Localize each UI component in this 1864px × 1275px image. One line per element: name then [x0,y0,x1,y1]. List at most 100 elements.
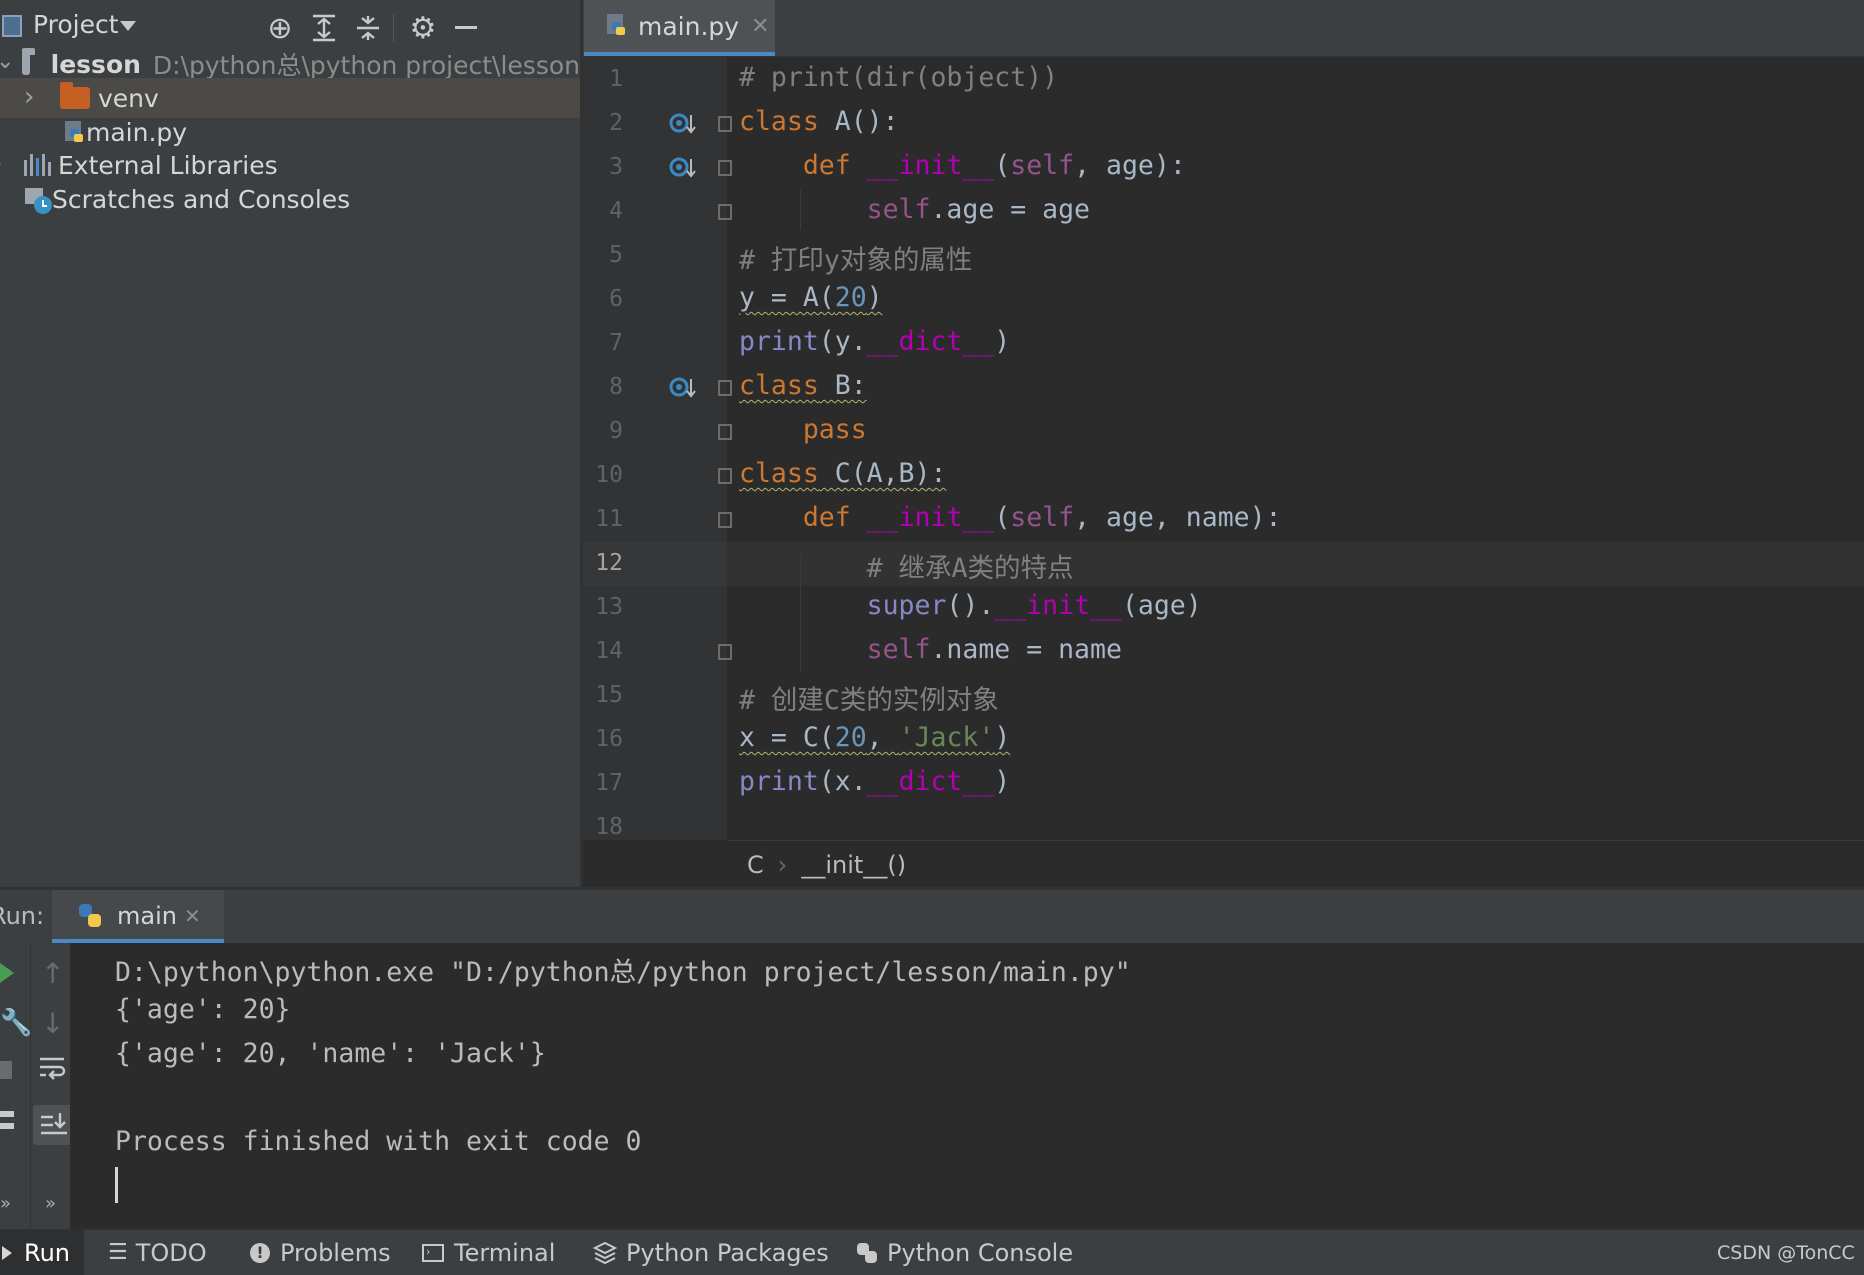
code-text: (). [946,590,995,621]
scroll-to-end-icon[interactable] [33,1105,73,1145]
code-line[interactable]: class A(): [739,106,899,137]
overridden-marker-icon[interactable] [668,153,698,183]
code-line[interactable]: self.name = name [739,634,1122,665]
code-comment: # 继承A类的特点 [866,553,1074,584]
code-keyword: def [802,502,851,533]
fold-marker-icon[interactable] [718,468,732,484]
wrench-icon[interactable]: 🔧 [0,1008,32,1038]
console-line: {'age': 20} [115,994,291,1025]
tree-item-scratches[interactable]: Scratches and Consoles [0,179,580,219]
project-view-icon [2,15,22,37]
chevron-down-icon[interactable]: ⌄ [0,49,14,74]
tool-tab-python-packages[interactable]: Python Packages [592,1230,829,1275]
code-self: self [1010,502,1075,533]
line-number: 7 [609,330,623,356]
chevron-down-icon[interactable] [120,21,136,31]
code-line[interactable]: print(y.__dict__) [739,326,1010,357]
line-number: 8 [609,374,623,400]
tab-main-py[interactable]: main.py ✕ [584,0,775,56]
close-icon[interactable]: ✕ [184,904,201,928]
code-line[interactable]: class C(A,B): [739,458,946,489]
code-line[interactable]: # print(dir(object)) [739,62,1058,93]
gear-icon[interactable]: ⚙ [405,10,441,46]
expand-all-icon[interactable] [306,10,342,46]
python-icon [855,1241,879,1265]
line-number-active: 12 [595,550,623,576]
collapse-all-icon[interactable] [350,10,386,46]
code-line[interactable]: x = C(20, 'Jack') [739,722,1010,753]
code-text: ) [994,326,1011,357]
fold-marker-icon[interactable] [718,160,732,176]
header-divider [393,14,394,42]
tool-tab-terminal[interactable]: › Terminal [422,1230,555,1275]
breadcrumb-class[interactable]: C [747,851,764,879]
code-line[interactable]: self.age = age [739,194,1090,225]
code-line[interactable]: y = A(20) [739,282,883,313]
tool-tab-problems[interactable]: ! Problems [250,1230,391,1275]
code-keyword: class [739,458,819,489]
tool-tab-label: Python Console [887,1238,1074,1267]
fold-marker-icon[interactable] [718,380,732,396]
fold-marker-icon[interactable] [718,116,732,132]
tool-tab-todo[interactable]: ☰ TODO [108,1230,207,1275]
rerun-icon[interactable] [0,963,14,983]
tool-tab-label: TODO [135,1238,207,1267]
bottom-tool-bar: Run ☰ TODO ! Problems › Terminal Python … [0,1229,1864,1275]
tool-tab-run[interactable]: Run [0,1230,84,1275]
locate-target-icon[interactable]: ⊕ [262,10,298,46]
code-self: self [1010,150,1075,181]
line-number: 5 [609,242,623,268]
hide-panel-icon[interactable] [455,26,477,29]
tree-item-label: venv [98,83,159,113]
overridden-marker-icon[interactable] [668,373,698,403]
code-line[interactable]: pass [739,414,867,445]
project-panel-title[interactable]: Project [33,10,119,39]
code-dunder: __dict__ [866,326,995,357]
folder-icon [22,48,35,75]
code-line[interactable]: class B: [739,370,867,401]
code-keyword: pass [802,414,867,445]
tree-item-label: Scratches and Consoles [52,184,351,214]
code-line[interactable]: def __init__(self, age): [739,150,1186,181]
line-number: 4 [609,198,623,224]
code-line-current[interactable]: # 继承A类的特点 [739,546,1074,585]
code-number: 20 [834,282,867,313]
code-dunder: __init__ [866,150,995,181]
code-line[interactable]: super().__init__(age) [739,590,1202,621]
layout-icon[interactable] [0,1111,14,1129]
code-line[interactable]: # 打印y对象的属性 [739,238,972,277]
close-icon[interactable]: ✕ [751,14,769,39]
arrow-down-icon[interactable]: ↓ [41,1007,64,1040]
code-text: ) [994,722,1011,753]
line-number: 3 [609,154,623,180]
soft-wrap-icon[interactable] [37,1053,67,1083]
chevron-right-icon[interactable]: › [0,149,2,179]
code-comment: # print(dir(object)) [739,62,1059,93]
code-line[interactable]: def __init__(self, age, name): [739,502,1282,533]
chevron-right-icon[interactable]: › [24,82,34,112]
list-icon: ☰ [108,1240,128,1265]
code-text: y = A( [739,282,835,313]
arrow-up-icon[interactable]: ↑ [41,957,64,990]
run-toolbar-secondary: ↑ ↓ » [31,943,73,1229]
fold-end-marker-icon[interactable] [718,424,732,440]
code-text: .name = name [930,634,1122,665]
fold-marker-icon[interactable] [718,512,732,528]
code-line[interactable]: print(x.__dict__) [739,766,1010,797]
more-icon[interactable]: » [45,1193,56,1214]
tool-tab-python-console[interactable]: Python Console [855,1230,1073,1275]
tool-tab-label: Run [24,1238,71,1267]
more-icon[interactable]: » [0,1193,11,1214]
run-tab-main[interactable]: main ✕ [52,890,224,943]
editor-tab-bar: main.py ✕ [583,0,1864,57]
stop-icon[interactable] [0,1061,12,1079]
library-icon [24,154,51,176]
console-line: {'age': 20, 'name': 'Jack'} [115,1038,546,1069]
fold-end-marker-icon[interactable] [718,204,732,220]
code-line[interactable]: # 创建C类的实例对象 [739,678,999,717]
tree-item-label: External Libraries [58,150,278,180]
python-icon [76,902,104,930]
overridden-marker-icon[interactable] [668,109,698,139]
breadcrumb-method[interactable]: __init__() [801,851,906,879]
fold-end-marker-icon[interactable] [718,644,732,660]
